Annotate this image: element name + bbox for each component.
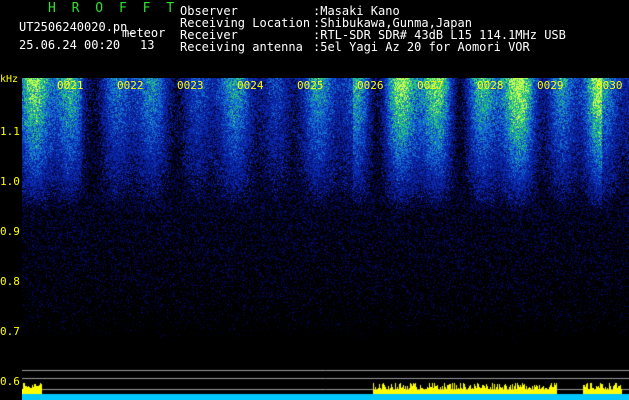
y-tick-label: 0.8 — [0, 275, 20, 288]
antenna-value: :5el Yagi Az 20 for Aomori VOR — [313, 40, 530, 54]
unit-label: kHz — [0, 74, 19, 85]
time-tick-label: 0026 — [357, 79, 384, 92]
time-tick-label: 0022 — [117, 79, 144, 92]
time-tick-label: 0021 — [57, 79, 84, 92]
spectrogram-panel — [22, 78, 629, 400]
date-time: 25.06.24 00:20 — [19, 38, 121, 52]
time-tick-label: 0025 — [297, 79, 324, 92]
file-name: UT2506240020.pn_ — [19, 20, 135, 34]
time-tick-label: 0024 — [237, 79, 264, 92]
y-tick-label: 0.9 — [0, 225, 20, 238]
y-tick-label: 0.7 — [0, 325, 20, 338]
app-title: H R O F F T — [48, 1, 179, 16]
time-tick-label: 0023 — [177, 79, 204, 92]
hrofft-screen: H R O F F T UT2506240020.pn_ meteor 25.0… — [0, 0, 629, 400]
y-tick-label: 1.1 — [0, 125, 20, 138]
time-tick-label: 0030 — [596, 79, 623, 92]
detection-count: 13 — [140, 38, 155, 52]
spectrogram-canvas — [22, 78, 629, 400]
time-tick-label: 0029 — [537, 79, 564, 92]
y-tick-label: 0.6 — [0, 375, 20, 388]
time-tick-label: 0027 — [417, 79, 444, 92]
y-tick-label: 1.0 — [0, 175, 20, 188]
time-tick-label: 0028 — [477, 79, 504, 92]
antenna-label: Receiving antenna — [180, 40, 303, 54]
